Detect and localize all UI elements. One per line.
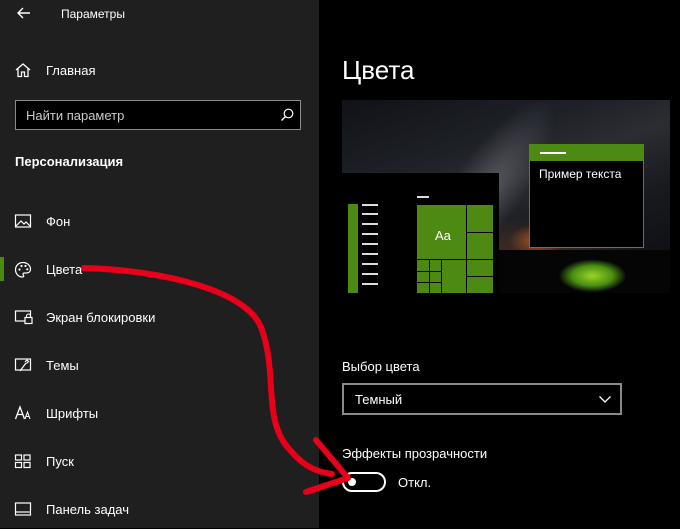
preview-start-line [362, 283, 378, 285]
preview-tent [545, 250, 640, 293]
sidebar-item-label: Шрифты [46, 406, 99, 421]
sidebar-item-label: Цвета [46, 262, 83, 277]
preview-start-menu: Aa [342, 173, 499, 293]
transparency-state: Откл. [398, 475, 432, 490]
color-choice-dropdown[interactable]: Темный [342, 383, 622, 415]
home-icon [15, 63, 31, 78]
transparency-label: Эффекты прозрачности [342, 446, 488, 461]
lock-screen-icon [14, 310, 33, 325]
font-icon [14, 405, 31, 420]
preview-window-titlebar [530, 145, 643, 161]
preview-tiles: Aa [417, 205, 493, 293]
active-indicator [0, 257, 4, 281]
sidebar-item-start[interactable]: Пуск [0, 441, 319, 481]
page-title: Цвета [342, 55, 415, 85]
color-choice-value: Темный [355, 392, 403, 407]
nav-home-label: Главная [46, 63, 96, 78]
palette-icon [14, 261, 32, 278]
chevron-down-icon [599, 396, 611, 403]
preview-start-line [362, 263, 378, 265]
title-bar: Параметры [0, 0, 319, 28]
preview-start-line [362, 213, 378, 215]
sidebar: Параметры Главная Персонализация Фон [0, 0, 319, 528]
section-title: Персонализация [15, 154, 124, 169]
theme-preview: Aa Пример текста [342, 100, 670, 293]
brush-icon [14, 358, 32, 372]
preview-start-line [362, 233, 378, 235]
search-input[interactable] [16, 101, 276, 129]
sidebar-item-label: Фон [46, 214, 71, 229]
color-choice-label: Выбор цвета [342, 359, 420, 374]
sidebar-item-label: Экран блокировки [46, 310, 156, 325]
transparency-toggle[interactable] [342, 472, 386, 492]
back-arrow-icon [17, 7, 30, 19]
preview-window: Пример текста [529, 144, 644, 248]
sidebar-item-background[interactable]: Фон [0, 201, 319, 241]
sidebar-item-label: Пуск [46, 454, 74, 469]
sidebar-item-lock-screen[interactable]: Экран блокировки [0, 297, 319, 337]
image-icon [14, 214, 32, 228]
preview-start-strip [348, 204, 358, 293]
preview-tile-text: Aa [435, 228, 451, 243]
app-title: Параметры [61, 7, 125, 21]
sidebar-item-label: Темы [46, 358, 79, 373]
sidebar-item-themes[interactable]: Темы [0, 345, 319, 385]
preview-start-line [362, 243, 378, 245]
back-button[interactable] [12, 3, 36, 23]
toggle-knob [348, 478, 356, 486]
sidebar-item-fonts[interactable]: Шрифты [0, 393, 319, 433]
search-icon[interactable] [279, 107, 295, 123]
preview-sample-text: Пример текста [539, 167, 622, 181]
start-icon [14, 454, 31, 469]
preview-tiles-heading [417, 196, 429, 198]
sidebar-item-taskbar[interactable]: Панель задач [0, 489, 319, 529]
main-panel: Цвета Aa Пример текста Выбор цвета Темны… [319, 0, 680, 528]
preview-start-line [362, 273, 378, 275]
taskbar-icon [14, 502, 32, 516]
preview-start-line [362, 223, 378, 225]
preview-start-line [362, 253, 378, 255]
preview-start-line [362, 204, 378, 206]
search-box[interactable] [15, 100, 301, 130]
nav-home[interactable]: Главная [0, 56, 319, 84]
sidebar-item-label: Панель задач [46, 502, 130, 517]
sidebar-item-colors[interactable]: Цвета [0, 249, 319, 289]
